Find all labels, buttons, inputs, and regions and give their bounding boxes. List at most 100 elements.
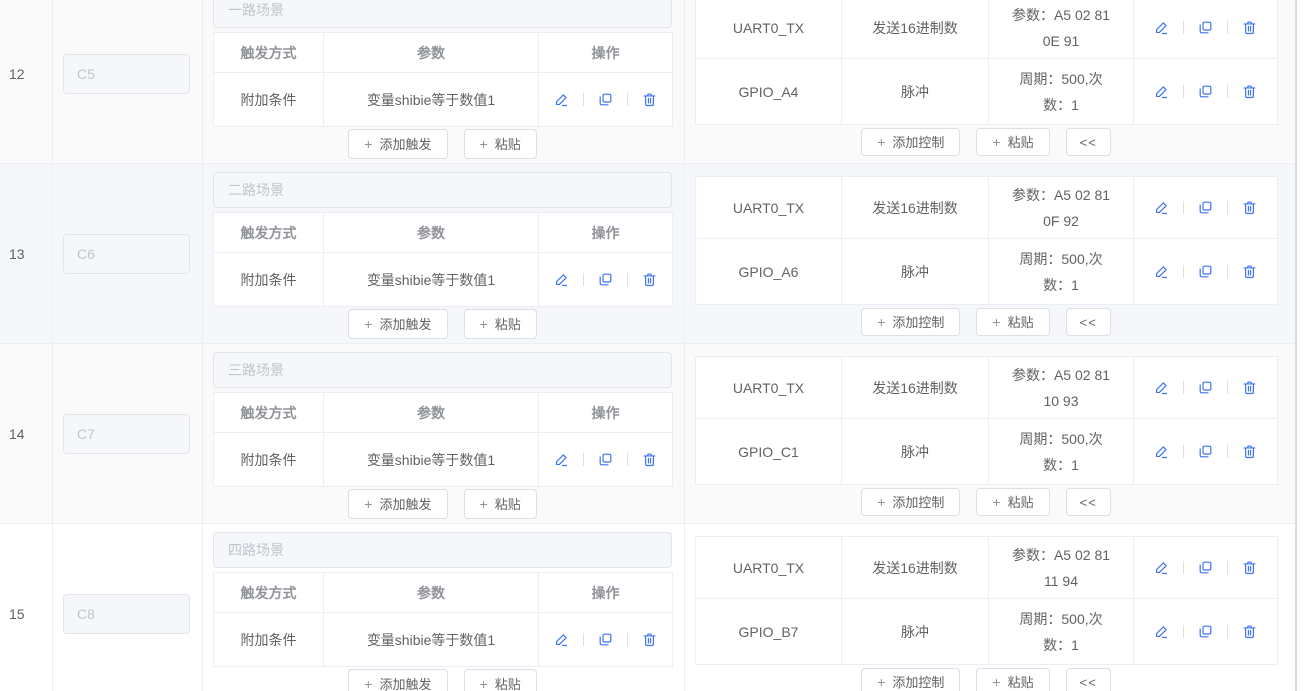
trigger-type: 附加条件 <box>214 613 324 667</box>
paste-trigger-button[interactable]: + 粘贴 <box>464 129 537 159</box>
copy-icon[interactable] <box>1197 19 1214 36</box>
add-control-button[interactable]: + 添加控制 <box>861 308 960 336</box>
control-port: GPIO_A6 <box>696 239 842 305</box>
scene-title-input[interactable] <box>213 352 672 388</box>
trigger-header-actions: 操作 <box>539 33 673 73</box>
edit-icon[interactable] <box>553 91 570 108</box>
control-row: GPIO_A6 脉冲 周期：500,次 数：1 <box>696 239 1278 305</box>
scene-cell: 触发方式 参数 操作 附加条件 变量shibie等于数值1 <box>203 344 685 523</box>
collapse-label: << <box>1080 676 1097 689</box>
trigger-actions <box>539 433 673 487</box>
delete-icon[interactable] <box>1241 263 1258 280</box>
add-trigger-button[interactable]: + 添加触发 <box>348 669 447 691</box>
channel-input[interactable] <box>63 54 190 94</box>
plus-icon: + <box>364 317 372 331</box>
trigger-type: 附加条件 <box>214 253 324 307</box>
plus-icon: + <box>877 675 885 689</box>
delete-icon[interactable] <box>1241 19 1258 36</box>
collapse-button[interactable]: << <box>1066 488 1111 516</box>
scene-title-input[interactable] <box>213 0 672 28</box>
delete-icon[interactable] <box>641 271 658 288</box>
control-buttons: + 添加控制 + 粘贴 << <box>695 128 1277 156</box>
row-index: 15 <box>9 606 25 622</box>
trigger-param: 变量shibie等于数值1 <box>324 613 539 667</box>
plus-icon: + <box>364 137 372 151</box>
plus-icon: + <box>992 135 1000 149</box>
delete-icon[interactable] <box>641 631 658 648</box>
add-control-button[interactable]: + 添加控制 <box>861 668 960 691</box>
collapse-button[interactable]: << <box>1066 308 1111 336</box>
edit-icon[interactable] <box>1153 379 1170 396</box>
add-control-button[interactable]: + 添加控制 <box>861 488 960 516</box>
trigger-actions <box>539 253 673 307</box>
collapse-button[interactable]: << <box>1066 668 1111 691</box>
delete-icon[interactable] <box>1241 83 1258 100</box>
add-trigger-button[interactable]: + 添加触发 <box>348 489 447 519</box>
trigger-header-param: 参数 <box>324 573 539 613</box>
delete-icon[interactable] <box>1241 379 1258 396</box>
trigger-buttons: + 添加触发 + 粘贴 <box>213 309 672 339</box>
table-row: 14 触发方式 参数 操作 附加条件 变量shibie等于数值1 <box>0 344 1296 524</box>
trigger-header-row: 触发方式 参数 操作 <box>214 213 673 253</box>
channel-input[interactable] <box>63 414 190 454</box>
edit-icon[interactable] <box>553 271 570 288</box>
trigger-table: 触发方式 参数 操作 附加条件 变量shibie等于数值1 <box>213 32 673 127</box>
control-actions <box>1134 239 1278 305</box>
copy-icon[interactable] <box>597 271 614 288</box>
delete-icon[interactable] <box>641 91 658 108</box>
trigger-header-type: 触发方式 <box>214 213 324 253</box>
edit-icon[interactable] <box>1153 263 1170 280</box>
paste-control-button[interactable]: + 粘贴 <box>976 488 1049 516</box>
edit-icon[interactable] <box>1153 623 1170 640</box>
control-action: 发送16进制数 <box>842 357 989 419</box>
paste-trigger-button[interactable]: + 粘贴 <box>464 489 537 519</box>
divider <box>627 273 628 286</box>
collapse-button[interactable]: << <box>1066 128 1111 156</box>
channel-input[interactable] <box>63 594 190 634</box>
delete-icon[interactable] <box>1241 199 1258 216</box>
scene-title-input[interactable] <box>213 532 672 568</box>
edit-icon[interactable] <box>1153 19 1170 36</box>
paste-trigger-button[interactable]: + 粘贴 <box>464 669 537 691</box>
paste-control-button[interactable]: + 粘贴 <box>976 668 1049 691</box>
copy-icon[interactable] <box>597 91 614 108</box>
paste-control-label: 粘贴 <box>1008 316 1034 329</box>
scene-title-input[interactable] <box>213 172 672 208</box>
delete-icon[interactable] <box>641 451 658 468</box>
control-cell: UART0_TX 发送16进制数 参数：A5 02 81 11 94 <box>685 524 1296 691</box>
copy-icon[interactable] <box>1197 623 1214 640</box>
copy-icon[interactable] <box>597 631 614 648</box>
channel-cell <box>53 164 203 343</box>
trigger-header-type: 触发方式 <box>214 393 324 433</box>
copy-icon[interactable] <box>1197 443 1214 460</box>
copy-icon[interactable] <box>1197 83 1214 100</box>
row-index: 14 <box>9 426 25 442</box>
copy-icon[interactable] <box>1197 379 1214 396</box>
paste-trigger-label: 粘贴 <box>495 318 521 331</box>
divider <box>1227 381 1228 394</box>
trigger-data-row: 附加条件 变量shibie等于数值1 <box>214 253 673 307</box>
copy-icon[interactable] <box>1197 559 1214 576</box>
edit-icon[interactable] <box>553 451 570 468</box>
copy-icon[interactable] <box>1197 263 1214 280</box>
edit-icon[interactable] <box>553 631 570 648</box>
divider <box>1183 201 1184 214</box>
paste-trigger-button[interactable]: + 粘贴 <box>464 309 537 339</box>
copy-icon[interactable] <box>597 451 614 468</box>
edit-icon[interactable] <box>1153 443 1170 460</box>
copy-icon[interactable] <box>1197 199 1214 216</box>
add-trigger-button[interactable]: + 添加触发 <box>348 129 447 159</box>
trigger-header-row: 触发方式 参数 操作 <box>214 573 673 613</box>
edit-icon[interactable] <box>1153 83 1170 100</box>
paste-control-button[interactable]: + 粘贴 <box>976 128 1049 156</box>
add-control-button[interactable]: + 添加控制 <box>861 128 960 156</box>
edit-icon[interactable] <box>1153 199 1170 216</box>
control-action: 脉冲 <box>842 419 989 485</box>
delete-icon[interactable] <box>1241 559 1258 576</box>
edit-icon[interactable] <box>1153 559 1170 576</box>
paste-control-button[interactable]: + 粘贴 <box>976 308 1049 336</box>
delete-icon[interactable] <box>1241 443 1258 460</box>
add-trigger-button[interactable]: + 添加触发 <box>348 309 447 339</box>
delete-icon[interactable] <box>1241 623 1258 640</box>
channel-input[interactable] <box>63 234 190 274</box>
